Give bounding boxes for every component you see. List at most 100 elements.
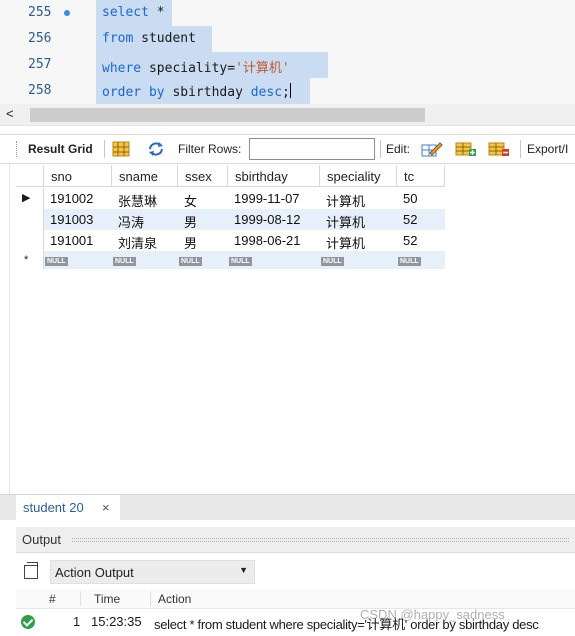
code-text: from student: [102, 31, 196, 46]
output-type-select[interactable]: Action Output ▼: [50, 560, 255, 584]
table-cell[interactable]: 52: [397, 209, 445, 230]
column-header-speciality[interactable]: speciality: [320, 165, 397, 187]
table-cell[interactable]: 1998-06-21: [228, 230, 320, 251]
success-check-icon: [21, 615, 35, 629]
close-icon[interactable]: ×: [102, 500, 110, 515]
column-header-sname[interactable]: sname: [112, 165, 178, 187]
row-selector[interactable]: [16, 209, 44, 230]
panel-grip[interactable]: [72, 538, 569, 542]
table-cell[interactable]: 50: [397, 188, 445, 209]
table-cell[interactable]: 52: [397, 230, 445, 251]
null-badge: NULL: [179, 257, 202, 266]
filter-rows-label: Filter Rows:: [178, 142, 242, 156]
table-cell[interactable]: 191002: [44, 188, 112, 209]
edit-cell-icon[interactable]: [421, 141, 443, 157]
null-cell[interactable]: NULL: [44, 251, 112, 272]
export-import-button[interactable]: Export/I: [527, 142, 568, 156]
null-cell[interactable]: NULL: [320, 251, 397, 272]
col-header-action: Action: [158, 592, 192, 606]
sql-token: student: [133, 31, 196, 46]
table-cell[interactable]: 191003: [44, 209, 112, 230]
col-header-time: Time: [94, 592, 121, 606]
row-selector[interactable]: ▶: [16, 188, 44, 209]
null-cell[interactable]: NULL: [178, 251, 228, 272]
output-toolbar: Action Output ▼: [16, 557, 575, 587]
sql-editor[interactable]: 255 256 257 258 select * from student where s…: [0, 0, 575, 104]
code-text: order by sbirthday desc;: [102, 83, 291, 100]
editor-horizontal-scrollbar[interactable]: <: [0, 104, 575, 126]
toolbar-separator: [104, 140, 105, 158]
sql-keyword: desc: [250, 85, 283, 100]
sql-token: *: [148, 5, 165, 20]
edit-label: Edit:: [386, 142, 411, 156]
row-selector[interactable]: [16, 230, 44, 251]
table-cell[interactable]: 男: [178, 209, 228, 230]
scroll-left-icon[interactable]: <: [6, 106, 14, 121]
panel-divider: [9, 164, 10, 494]
new-row-icon: *: [24, 254, 29, 266]
new-row-selector[interactable]: *: [16, 251, 44, 269]
output-panel-header: Output: [16, 527, 575, 553]
column-header-sbirthday[interactable]: sbirthday: [228, 165, 320, 187]
grid-layout-icon[interactable]: [112, 141, 130, 157]
table-cell[interactable]: 计算机: [320, 188, 397, 209]
output-row-time: 15:23:35: [91, 614, 142, 629]
line-number: 256: [0, 26, 96, 52]
line-number-text: 256: [28, 31, 52, 46]
null-cell[interactable]: NULL: [228, 251, 320, 272]
add-row-icon[interactable]: [455, 141, 477, 157]
null-cell[interactable]: NULL: [112, 251, 178, 272]
line-number-text: 257: [28, 57, 52, 72]
column-header-sno[interactable]: sno: [44, 165, 112, 187]
table-cell[interactable]: 计算机: [320, 209, 397, 230]
output-type-value: Action Output: [55, 565, 134, 580]
code-text: select *: [102, 5, 165, 20]
sql-string: '计算机': [235, 61, 290, 76]
tab-label: student 20: [23, 500, 84, 515]
table-cell[interactable]: 张慧琳: [112, 188, 178, 209]
line-number: 258: [0, 78, 96, 104]
watermark: CSDN @happy_sadness: [360, 607, 505, 622]
table-cell[interactable]: 1999-11-07: [228, 188, 320, 209]
table-cell[interactable]: 计算机: [320, 230, 397, 251]
null-badge: NULL: [321, 257, 344, 266]
table-cell[interactable]: 191001: [44, 230, 112, 251]
row-header-corner: [16, 165, 44, 187]
sql-keyword: where: [102, 61, 142, 76]
toolbar-separator: [380, 140, 381, 158]
line-gutter: 255 256 257 258: [0, 0, 96, 104]
column-header-tc[interactable]: tc: [397, 165, 445, 187]
result-grid-tab[interactable]: Result Grid: [28, 142, 93, 156]
sql-token: ;: [282, 85, 290, 100]
statement-marker-icon: [64, 10, 70, 16]
copy-icon[interactable]: [24, 562, 38, 579]
filter-rows-input[interactable]: [249, 138, 375, 160]
line-number: 257: [0, 52, 96, 78]
toolbar-grip: [16, 141, 18, 157]
code-text: where speciality='计算机': [102, 57, 290, 76]
delete-row-icon[interactable]: [488, 141, 510, 157]
col-header-num: #: [49, 592, 56, 606]
table-cell[interactable]: 1999-08-12: [228, 209, 320, 230]
table-cell[interactable]: 女: [178, 188, 228, 209]
refresh-icon[interactable]: [147, 141, 165, 157]
tab-student-20[interactable]: student 20 ×: [16, 495, 120, 521]
result-tab-bar: student 20 ×: [0, 494, 575, 521]
null-badge: NULL: [113, 257, 136, 266]
table-cell[interactable]: 男: [178, 230, 228, 251]
scrollbar-thumb[interactable]: [30, 108, 425, 122]
sql-keyword: from: [102, 31, 134, 46]
line-number-text: 255: [28, 5, 52, 20]
column-divider: [80, 591, 81, 606]
text-caret: [289, 83, 291, 98]
toolbar-separator: [520, 140, 521, 158]
table-cell[interactable]: 刘清泉: [112, 230, 178, 251]
column-header-ssex[interactable]: ssex: [178, 165, 228, 187]
result-toolbar: Result Grid Filter Rows: Edit: Export/I: [0, 134, 575, 164]
null-cell[interactable]: NULL: [397, 251, 445, 272]
line-number-text: 258: [28, 83, 52, 98]
chevron-down-icon: ▼: [239, 565, 248, 575]
sql-keyword: order by: [102, 85, 165, 100]
current-row-icon: ▶: [22, 192, 31, 204]
table-cell[interactable]: 冯涛: [112, 209, 178, 230]
